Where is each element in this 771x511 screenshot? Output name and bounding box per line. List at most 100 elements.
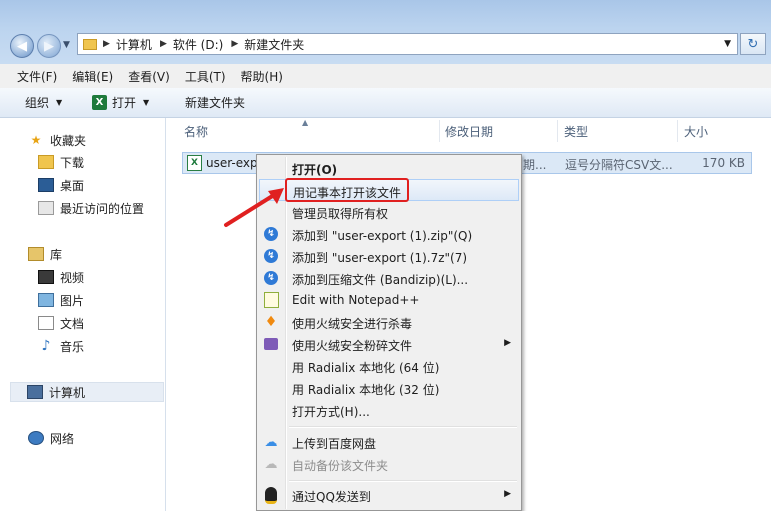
menu-item-label: 管理员取得所有权 xyxy=(292,207,389,221)
recent-pages-dropdown-icon[interactable]: ▼ xyxy=(63,40,70,50)
organize-button[interactable]: 组织 ▼ xyxy=(25,94,62,111)
menu-item-radialix-64[interactable]: 用 Radialix 本地化 (64 位) xyxy=(259,355,519,377)
forward-arrow-icon: ▶ xyxy=(44,38,54,54)
menu-item-add-7z[interactable]: ↯ 添加到 "user-export (1).7z"(7) xyxy=(259,245,519,267)
nav-computer[interactable]: 计算机 xyxy=(10,382,164,402)
nav-pictures[interactable]: 图片 xyxy=(38,290,84,310)
menu-item-open[interactable]: 打开(O) xyxy=(259,157,519,179)
new-folder-button[interactable]: 新建文件夹 xyxy=(185,94,245,111)
downloads-icon xyxy=(38,155,54,169)
recent-places-icon xyxy=(38,201,54,215)
nav-music[interactable]: ♪ 音乐 xyxy=(38,336,84,356)
context-menu: 打开(O) 用记事本打开该文件 管理员取得所有权 ↯ 添加到 "user-exp… xyxy=(256,154,522,511)
menu-item-send-qq[interactable]: 通过QQ发送到 ▶ xyxy=(259,484,519,506)
nav-libraries[interactable]: 库 xyxy=(28,244,62,264)
menu-item-label: 用 Radialix 本地化 (32 位) xyxy=(292,383,440,397)
nav-recent[interactable]: 最近访问的位置 xyxy=(38,198,144,218)
column-header-name[interactable]: 名称 xyxy=(184,118,208,144)
menu-item-upload-baidu[interactable]: ☁ 上传到百度网盘 xyxy=(259,431,519,453)
menu-item-add-compress[interactable]: ↯ 添加到压缩文件 (Bandizip)(L)... xyxy=(259,267,519,289)
column-label: 大小 xyxy=(684,124,709,139)
menu-item-auto-backup: ☁ 自动备份该文件夹 xyxy=(259,453,519,475)
sort-ascending-icon: ▲ xyxy=(302,118,309,127)
open-button[interactable]: X 打开 ▼ xyxy=(92,94,149,111)
nav-favorites[interactable]: ★ 收藏夹 xyxy=(28,130,86,150)
column-divider[interactable] xyxy=(439,120,440,142)
menu-item-radialix-32[interactable]: 用 Radialix 本地化 (32 位) xyxy=(259,377,519,399)
breadcrumb-separator-icon: ▶ xyxy=(159,39,167,49)
nav-label: 文档 xyxy=(60,316,85,331)
bandizip-icon: ↯ xyxy=(263,270,279,286)
desktop-icon xyxy=(38,178,54,192)
nav-videos[interactable]: 视频 xyxy=(38,267,84,287)
menu-item-label: 添加到 "user-export (1).7z"(7) xyxy=(292,251,468,265)
nav-documents[interactable]: 文档 xyxy=(38,313,84,333)
menu-tools[interactable]: 工具(T) xyxy=(185,68,226,85)
computer-icon xyxy=(27,385,43,399)
column-header-type[interactable]: 类型 xyxy=(564,118,588,144)
menu-item-label: 通过QQ发送到 xyxy=(292,490,371,504)
new-folder-label: 新建文件夹 xyxy=(185,96,246,110)
menu-file[interactable]: 文件(F) xyxy=(17,68,57,85)
menu-item-label: 用 Radialix 本地化 (64 位) xyxy=(292,361,440,375)
nav-network[interactable]: 网络 xyxy=(28,428,74,448)
highlight-annotation-box xyxy=(285,178,409,202)
backup-cloud-icon: ☁ xyxy=(264,456,278,472)
file-name: user-exp xyxy=(206,156,258,170)
menu-item-label: 打开方式(H)... xyxy=(292,405,370,419)
folder-icon xyxy=(83,38,97,50)
title-bar: ◀ ▶ ▼ ▶ 计算机 ▶ 软件 (D:) ▶ 新建文件夹 ▼ ↻ xyxy=(0,0,771,64)
address-dropdown-icon[interactable]: ▼ xyxy=(724,39,731,49)
music-note-icon: ♪ xyxy=(41,338,51,354)
menu-item-add-zip[interactable]: ↯ 添加到 "user-export (1).zip"(Q) xyxy=(259,223,519,245)
menu-separator xyxy=(289,426,517,428)
column-header-size[interactable]: 大小 xyxy=(684,118,708,144)
network-icon xyxy=(28,431,44,445)
video-icon xyxy=(38,270,54,284)
star-icon: ★ xyxy=(30,133,42,147)
nav-label: 桌面 xyxy=(60,178,85,193)
breadcrumb-folder[interactable]: 新建文件夹 xyxy=(244,36,304,53)
pictures-icon xyxy=(38,293,54,307)
breadcrumb-drive[interactable]: 软件 (D:) xyxy=(173,36,223,53)
back-arrow-icon: ◀ xyxy=(17,38,27,54)
column-label: 类型 xyxy=(564,124,589,139)
menu-item-edit-notepadpp[interactable]: Edit with Notepad++ xyxy=(259,289,519,311)
huorong-flame-icon: ♦ xyxy=(264,314,278,330)
nav-label: 图片 xyxy=(60,293,85,308)
column-header-date[interactable]: 修改日期 xyxy=(445,118,493,144)
refresh-button[interactable]: ↻ xyxy=(740,33,766,55)
menu-item-label: 上传到百度网盘 xyxy=(292,437,377,451)
menu-item-label: Edit with Notepad++ xyxy=(292,293,420,307)
red-arrow-annotation-icon xyxy=(224,188,284,227)
address-bar[interactable]: ▶ 计算机 ▶ 软件 (D:) ▶ 新建文件夹 ▼ xyxy=(77,33,738,55)
nav-label: 音乐 xyxy=(60,339,85,354)
menu-bar: 文件(F) 编辑(E) 查看(V) 工具(T) 帮助(H) xyxy=(0,64,771,89)
menu-separator xyxy=(289,480,517,482)
nav-label: 视频 xyxy=(60,270,85,285)
bandizip-icon: ↯ xyxy=(263,248,279,264)
nav-label: 计算机 xyxy=(49,385,86,400)
menu-item-huorong-shred[interactable]: 使用火绒安全粉碎文件 ▶ xyxy=(259,333,519,355)
menu-item-huorong-scan[interactable]: ♦ 使用火绒安全进行杀毒 xyxy=(259,311,519,333)
column-divider[interactable] xyxy=(557,120,558,142)
back-button[interactable]: ◀ xyxy=(10,34,34,58)
documents-icon xyxy=(38,316,54,330)
menu-help[interactable]: 帮助(H) xyxy=(241,68,283,85)
menu-edit[interactable]: 编辑(E) xyxy=(72,68,113,85)
column-divider[interactable] xyxy=(677,120,678,142)
library-icon xyxy=(28,247,44,261)
shredder-icon xyxy=(263,336,279,352)
menu-item-open-with[interactable]: 打开方式(H)... xyxy=(259,399,519,421)
breadcrumb-computer[interactable]: 计算机 xyxy=(116,36,152,53)
submenu-arrow-icon: ▶ xyxy=(504,489,511,499)
qq-penguin-icon xyxy=(263,486,279,504)
menu-item-take-ownership[interactable]: 管理员取得所有权 xyxy=(259,201,519,223)
menu-view[interactable]: 查看(V) xyxy=(128,68,170,85)
nav-desktop[interactable]: 桌面 xyxy=(38,175,84,195)
nav-downloads[interactable]: 下载 xyxy=(38,152,84,172)
forward-button[interactable]: ▶ xyxy=(37,34,61,58)
breadcrumb-separator-icon: ▶ xyxy=(231,39,239,49)
menu-item-label: 添加到压缩文件 (Bandizip)(L)... xyxy=(292,273,469,287)
baidu-netdisk-icon: ☁ xyxy=(264,434,278,450)
